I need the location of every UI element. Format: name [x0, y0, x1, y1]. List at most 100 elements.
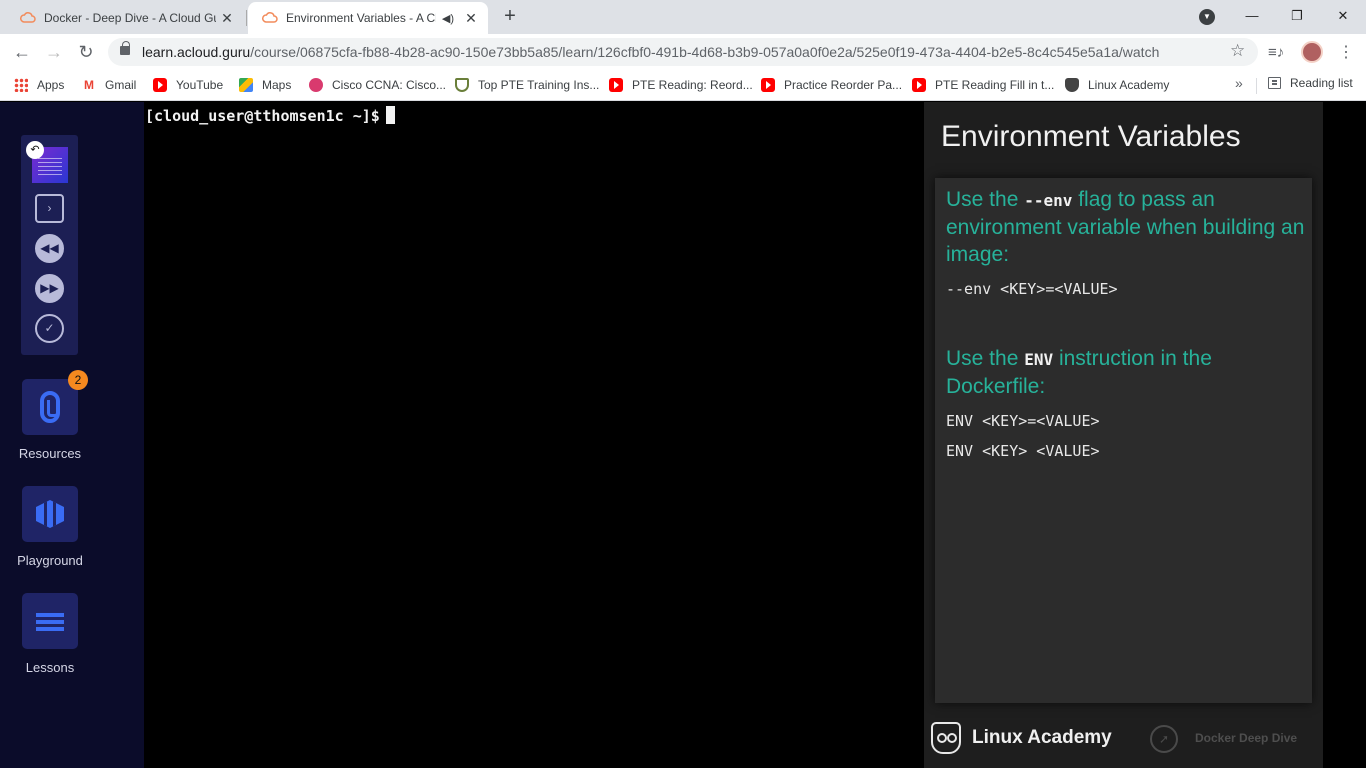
- profile-avatar[interactable]: [1301, 41, 1323, 63]
- gmail-icon: M: [84, 78, 94, 92]
- maps-icon: [239, 78, 253, 92]
- restore-button[interactable]: ❐: [1274, 4, 1320, 28]
- audio-playing-icon[interactable]: ◀): [442, 12, 454, 25]
- reading-list-icon: [1268, 77, 1281, 89]
- tab-environment-variables[interactable]: Environment Variables - A Cloud Guru ◀) …: [248, 2, 488, 34]
- bookmark-label: Practice Reorder Pa...: [784, 78, 903, 92]
- tab-strip: Docker - Deep Dive - A Cloud Guru ✕ Envi…: [0, 0, 1366, 34]
- acloudguru-cloud-icon: [262, 12, 278, 23]
- paperclip-icon: [40, 391, 60, 423]
- close-tab-icon[interactable]: ✕: [216, 10, 238, 27]
- lock-icon[interactable]: [120, 41, 130, 55]
- bookmarks-divider: [1256, 78, 1257, 94]
- acloudguru-cloud-icon: [20, 12, 36, 23]
- forward-arrow-icon[interactable]: →: [42, 40, 66, 64]
- youtube-icon: [609, 78, 623, 92]
- bookmark-label: PTE Reading Fill in t...: [935, 78, 1055, 92]
- back-arrow-icon[interactable]: ←: [10, 40, 34, 64]
- bookmark-label: Apps: [37, 78, 65, 92]
- pte-shield-icon: [455, 78, 469, 92]
- media-control-icon[interactable]: ≡♪: [1268, 44, 1284, 61]
- bookmark-label: Maps: [262, 78, 292, 92]
- bookmark-gmail[interactable]: M Gmail: [82, 76, 136, 94]
- youtube-icon: [761, 78, 775, 92]
- tab-docker-deep-dive[interactable]: Docker - Deep Dive - A Cloud Guru ✕: [6, 2, 244, 34]
- env-instruction-keyword: ENV: [1024, 350, 1054, 369]
- tab-search-icon[interactable]: ▼: [1199, 9, 1215, 25]
- text-segment: Use the: [946, 347, 1025, 370]
- rewind-icon[interactable]: ◀◀: [35, 234, 64, 263]
- bookmark-pte-reading-fill[interactable]: PTE Reading Fill in t...: [912, 76, 1054, 94]
- cube-icon: [36, 500, 64, 528]
- bookmark-maps[interactable]: Maps: [239, 76, 291, 94]
- env-flag-description: Use the --env flag to pass an environmen…: [946, 186, 1306, 268]
- reading-list-button[interactable]: Reading list: [1268, 76, 1353, 90]
- prompt-text: [cloud_user@tthomsen1c ~]$: [145, 107, 380, 125]
- playground-button[interactable]: [22, 486, 78, 542]
- fast-forward-icon[interactable]: ▶▶: [35, 274, 64, 303]
- slide-footer: Linux Academy ➚ Docker Deep Dive: [924, 714, 1323, 768]
- linux-academy-brand: Linux Academy: [972, 727, 1112, 748]
- terminal-video-area[interactable]: [cloud_user@tthomsen1c ~]$: [144, 102, 924, 768]
- tab-separator: [246, 10, 247, 26]
- bookmark-apps[interactable]: Apps: [14, 76, 64, 94]
- resources-label: Resources: [18, 446, 82, 461]
- bookmark-label: YouTube: [176, 78, 224, 92]
- terminal-prompt: [cloud_user@tthomsen1c ~]$: [145, 106, 395, 125]
- linux-academy-icon: [1065, 78, 1079, 92]
- lesson-slide: Environment Variables Use the --env flag…: [924, 102, 1323, 768]
- bookmark-label: Top PTE Training Ins...: [478, 78, 600, 92]
- return-arrow-icon[interactable]: ↶: [26, 141, 44, 159]
- bookmark-practice-reorder[interactable]: Practice Reorder Pa...: [761, 76, 902, 94]
- linux-academy-owl-logo: [931, 722, 961, 754]
- env-flag-syntax: --env <KEY>=<VALUE>: [946, 280, 1118, 298]
- lessons-button[interactable]: [22, 593, 78, 649]
- player-controls-panel: ↶ › ◀◀ ▶▶ ✓: [21, 135, 78, 355]
- bookmark-cisco[interactable]: Cisco CCNA: Cisco...: [309, 76, 446, 94]
- bookmark-label: Cisco CCNA: Cisco...: [332, 78, 447, 92]
- course-player-page: ↶ › ◀◀ ▶▶ ✓ 2 Resources Playground Lesso…: [0, 102, 1366, 768]
- new-tab-button[interactable]: +: [498, 4, 522, 28]
- toggle-panel-icon[interactable]: ›: [35, 194, 64, 223]
- cisco-icon: [309, 78, 323, 92]
- terminal-cursor: [385, 106, 395, 124]
- bookmark-star-icon[interactable]: ☆: [1230, 41, 1245, 61]
- list-icon: [36, 613, 64, 617]
- env-instruction-description: Use the ENV instruction in the Dockerfil…: [946, 345, 1306, 400]
- resources-count-badge: 2: [68, 370, 88, 390]
- bookmark-label: Linux Academy: [1088, 78, 1170, 92]
- compass-icon: ➚: [1150, 725, 1178, 753]
- bookmark-pte-training[interactable]: Top PTE Training Ins...: [455, 76, 599, 94]
- tab-title: Environment Variables - A Cloud Guru: [286, 11, 436, 25]
- env-instruction-syntax-equals: ENV <KEY>=<VALUE>: [946, 412, 1100, 430]
- playground-label: Playground: [17, 553, 83, 568]
- mark-complete-check-icon[interactable]: ✓: [35, 314, 64, 343]
- more-menu-icon[interactable]: ⋮: [1338, 42, 1354, 62]
- slide-content-card: Use the --env flag to pass an environmen…: [935, 178, 1312, 703]
- bookmark-linux-academy[interactable]: Linux Academy: [1065, 76, 1169, 94]
- course-sidebar: ↶ › ◀◀ ▶▶ ✓ 2 Resources Playground Lesso…: [0, 102, 144, 768]
- minimize-button[interactable]: —: [1229, 4, 1275, 28]
- lessons-label: Lessons: [25, 660, 75, 675]
- bookmark-pte-reading-reorder[interactable]: PTE Reading: Reord...: [609, 76, 753, 94]
- close-window-button[interactable]: ✕: [1320, 4, 1366, 28]
- close-tab-icon[interactable]: ✕: [460, 10, 482, 27]
- text-segment: Use the: [946, 188, 1025, 211]
- slide-title: Environment Variables: [941, 120, 1241, 153]
- youtube-icon: [912, 78, 926, 92]
- reading-list-label: Reading list: [1290, 76, 1353, 90]
- bookmark-label: PTE Reading: Reord...: [632, 78, 753, 92]
- bookmarks-bar: Apps M Gmail YouTube Maps Cisco CCNA: Cis…: [0, 70, 1366, 101]
- url-path: /course/06875cfa-fb88-4b28-ac90-150e73bb…: [250, 44, 1160, 60]
- reload-icon[interactable]: ↻: [74, 40, 98, 64]
- bookmark-youtube[interactable]: YouTube: [153, 76, 223, 94]
- tab-title: Docker - Deep Dive - A Cloud Guru: [44, 11, 216, 25]
- url-text[interactable]: learn.acloud.guru/course/06875cfa-fb88-4…: [142, 44, 1159, 60]
- address-bar[interactable]: learn.acloud.guru/course/06875cfa-fb88-4…: [108, 38, 1258, 66]
- resources-button[interactable]: 2: [22, 370, 88, 435]
- youtube-icon: [153, 78, 167, 92]
- env-flag-keyword: --env: [1024, 191, 1073, 210]
- bookmarks-overflow-button[interactable]: »: [1235, 75, 1243, 91]
- env-instruction-syntax-space: ENV <KEY> <VALUE>: [946, 442, 1100, 460]
- course-brand: Docker Deep Dive: [1195, 731, 1298, 745]
